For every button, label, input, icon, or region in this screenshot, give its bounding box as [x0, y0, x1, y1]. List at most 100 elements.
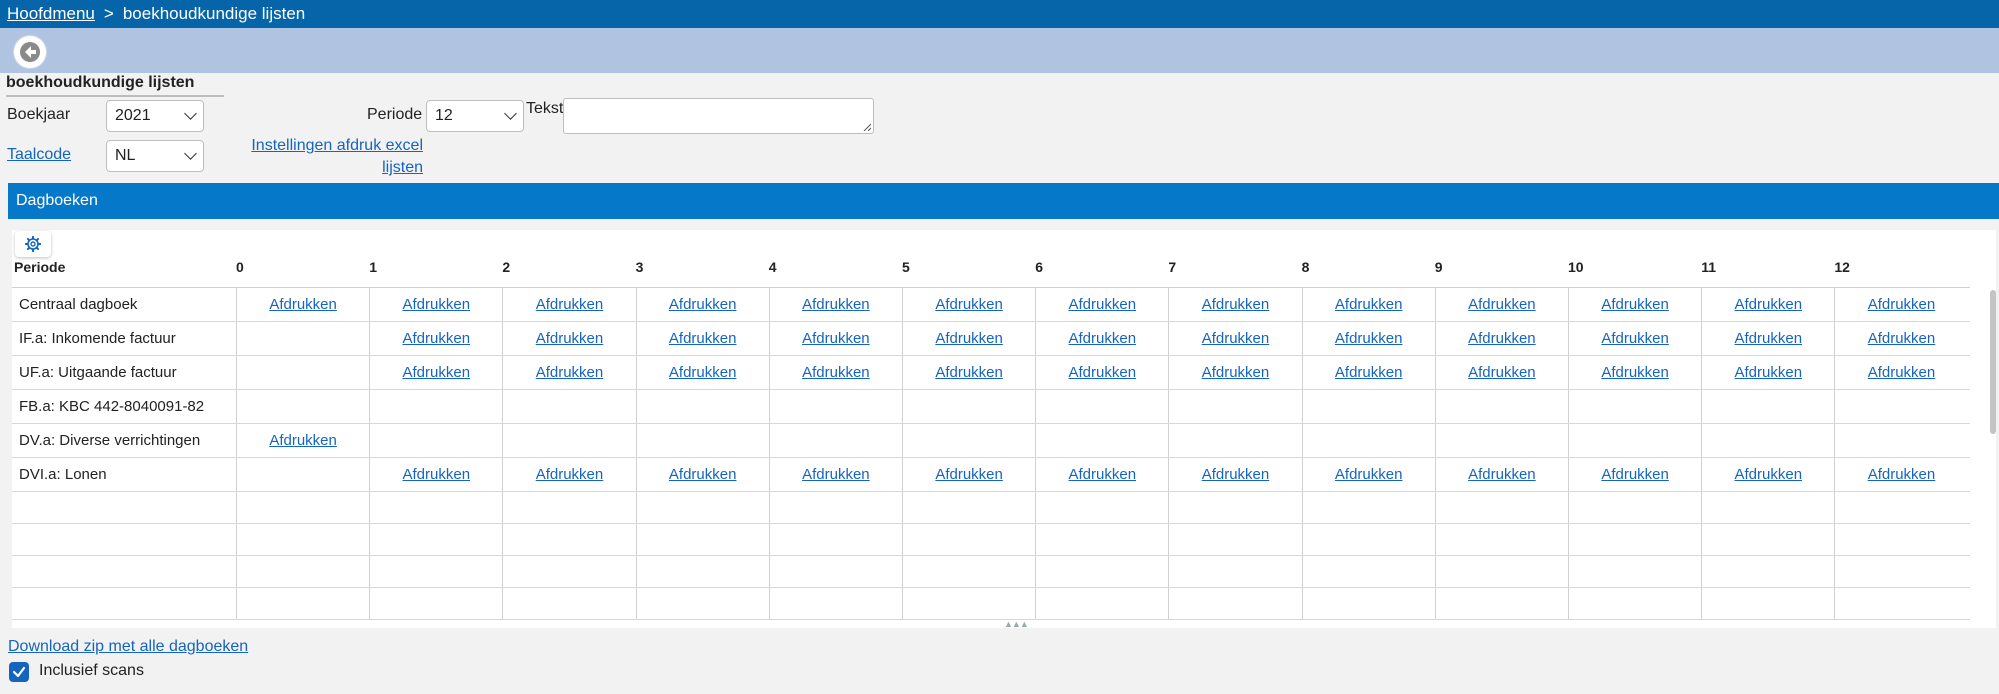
table-cell: Afdrukken: [369, 288, 502, 321]
table-cell: [369, 524, 502, 555]
print-link[interactable]: Afdrukken: [403, 364, 471, 381]
table-cell: [1568, 588, 1701, 619]
print-link[interactable]: Afdrukken: [1335, 364, 1403, 381]
column-header: 0: [236, 259, 244, 275]
print-link[interactable]: Afdrukken: [403, 296, 471, 313]
table-cell: Afdrukken: [635, 356, 769, 389]
print-link[interactable]: Afdrukken: [1468, 364, 1536, 381]
table-cell: Afdrukken: [1434, 288, 1568, 321]
table-cell: [12, 588, 236, 619]
print-link[interactable]: Afdrukken: [1468, 296, 1536, 313]
table-cell: Afdrukken: [1701, 288, 1834, 321]
table-cell: Afdrukken: [768, 356, 902, 389]
print-link[interactable]: Afdrukken: [1069, 364, 1137, 381]
table-cell: [1568, 390, 1701, 423]
boekjaar-value: 2021: [115, 107, 151, 124]
grid-resize-grip-icon[interactable]: ▲▲▲: [1004, 619, 1029, 629]
print-link[interactable]: Afdrukken: [669, 364, 737, 381]
print-link[interactable]: Afdrukken: [1202, 330, 1270, 347]
print-link[interactable]: Afdrukken: [802, 330, 870, 347]
print-link[interactable]: Afdrukken: [1868, 296, 1936, 313]
print-link[interactable]: Afdrukken: [1202, 364, 1270, 381]
print-link[interactable]: Afdrukken: [1335, 330, 1403, 347]
print-link[interactable]: Afdrukken: [669, 466, 737, 483]
taalcode-link[interactable]: Taalcode: [7, 146, 71, 164]
table-cell: [12, 556, 236, 587]
table-cell: [635, 424, 769, 457]
print-link[interactable]: Afdrukken: [1335, 466, 1403, 483]
print-link[interactable]: Afdrukken: [1868, 330, 1936, 347]
table-cell: Afdrukken: [1168, 288, 1301, 321]
boekjaar-label: Boekjaar: [7, 106, 71, 123]
journal-name: UF.a: Uitgaande factuur: [19, 364, 177, 381]
table-cell: Afdrukken: [1035, 356, 1168, 389]
print-link[interactable]: Afdrukken: [1601, 466, 1669, 483]
breadcrumb-home-link[interactable]: Hoofdmenu: [7, 4, 95, 23]
table-cell: Afdrukken: [1568, 356, 1701, 389]
print-link[interactable]: Afdrukken: [1601, 296, 1669, 313]
print-link[interactable]: Afdrukken: [802, 466, 870, 483]
print-link[interactable]: Afdrukken: [1069, 330, 1137, 347]
print-link[interactable]: Afdrukken: [935, 364, 1003, 381]
boekjaar-select[interactable]: 2021: [106, 100, 204, 132]
print-link[interactable]: Afdrukken: [1868, 364, 1936, 381]
print-link[interactable]: Afdrukken: [536, 466, 604, 483]
panel-header-dagboeken: Dagboeken: [8, 183, 1999, 219]
periode-select[interactable]: 12: [426, 100, 524, 132]
print-link[interactable]: Afdrukken: [1735, 296, 1803, 313]
print-link[interactable]: Afdrukken: [669, 330, 737, 347]
grid-settings-button[interactable]: [15, 231, 51, 257]
table-cell: [1035, 556, 1168, 587]
print-link[interactable]: Afdrukken: [1868, 466, 1936, 483]
table-cell: [1568, 424, 1701, 457]
print-link[interactable]: Afdrukken: [1735, 364, 1803, 381]
table-cell: [902, 424, 1035, 457]
print-link[interactable]: Afdrukken: [536, 330, 604, 347]
print-link[interactable]: Afdrukken: [1468, 330, 1536, 347]
back-button[interactable]: [14, 36, 46, 68]
toolbar: [0, 28, 1999, 73]
print-link[interactable]: Afdrukken: [269, 432, 337, 449]
vertical-scrollbar[interactable]: [1990, 290, 1996, 434]
print-link[interactable]: Afdrukken: [669, 296, 737, 313]
table-cell: [902, 390, 1035, 423]
print-link[interactable]: Afdrukken: [1069, 296, 1137, 313]
table-cell: [502, 588, 635, 619]
print-link[interactable]: Afdrukken: [1202, 466, 1270, 483]
print-link[interactable]: Afdrukken: [403, 466, 471, 483]
print-link[interactable]: Afdrukken: [935, 296, 1003, 313]
include-scans-checkbox[interactable]: [9, 662, 29, 682]
tekst-input[interactable]: [563, 98, 874, 134]
print-link[interactable]: Afdrukken: [1735, 330, 1803, 347]
print-link[interactable]: Afdrukken: [935, 466, 1003, 483]
download-zip-link[interactable]: Download zip met alle dagboeken: [8, 638, 248, 656]
column-header: 1: [369, 259, 377, 275]
table-cell: [902, 492, 1035, 523]
print-link[interactable]: Afdrukken: [1735, 466, 1803, 483]
table-cell: [1568, 492, 1701, 523]
print-link[interactable]: Afdrukken: [802, 296, 870, 313]
print-link[interactable]: Afdrukken: [1069, 466, 1137, 483]
settings-print-excel-link[interactable]: Instellingen afdruk excel lijsten: [246, 135, 423, 179]
taalcode-select[interactable]: NL: [106, 140, 204, 172]
resize-handle-icon[interactable]: [863, 123, 871, 131]
table-cell: Afdrukken: [768, 288, 902, 321]
print-link[interactable]: Afdrukken: [403, 330, 471, 347]
table-cell: Afdrukken: [1035, 288, 1168, 321]
table-cell: [902, 524, 1035, 555]
table-cell: Afdrukken: [502, 322, 635, 355]
print-link[interactable]: Afdrukken: [802, 364, 870, 381]
print-link[interactable]: Afdrukken: [1601, 364, 1669, 381]
print-link[interactable]: Afdrukken: [536, 364, 604, 381]
table-cell: [236, 458, 369, 491]
chevron-down-icon: [504, 107, 517, 120]
print-link[interactable]: Afdrukken: [1601, 330, 1669, 347]
print-link[interactable]: Afdrukken: [536, 296, 604, 313]
print-link[interactable]: Afdrukken: [1202, 296, 1270, 313]
print-link[interactable]: Afdrukken: [1335, 296, 1403, 313]
table-cell: Afdrukken: [1701, 458, 1834, 491]
print-link[interactable]: Afdrukken: [269, 296, 337, 313]
print-link[interactable]: Afdrukken: [935, 330, 1003, 347]
table-cell: [236, 492, 369, 523]
print-link[interactable]: Afdrukken: [1468, 466, 1536, 483]
